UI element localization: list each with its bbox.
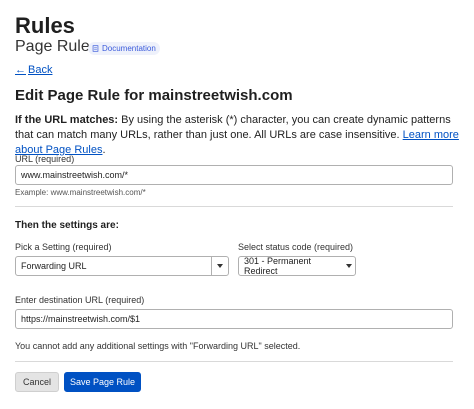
documentation-badge[interactable]: Documentation	[88, 42, 160, 55]
settings-heading: Then the settings are:	[15, 220, 119, 231]
settings-note: You cannot add any additional settings w…	[15, 341, 301, 351]
documentation-label: Documentation	[102, 44, 156, 53]
status-label: Select status code (required)	[238, 242, 354, 252]
intro-end: .	[102, 144, 106, 156]
chevron-down-icon[interactable]	[343, 264, 355, 268]
destination-value: https://mainstreetwish.com/$1	[21, 314, 141, 324]
back-link[interactable]: ← Back	[15, 64, 52, 76]
destination-input[interactable]: https://mainstreetwish.com/$1	[15, 309, 453, 329]
arrow-left-icon: ←	[15, 64, 26, 76]
page-title: Rules	[15, 13, 75, 38]
cancel-button[interactable]: Cancel	[15, 372, 59, 392]
intro-bold: If the URL matches:	[15, 114, 119, 126]
url-input[interactable]: www.mainstreetwish.com/*	[15, 165, 453, 185]
setting-select[interactable]: Forwarding URL	[15, 256, 229, 276]
status-value: 301 - Permanent Redirect	[244, 256, 312, 276]
intro-text: If the URL matches: By using the asteris…	[15, 113, 460, 158]
divider	[15, 361, 453, 362]
back-label: Back	[28, 64, 53, 76]
divider	[15, 206, 453, 207]
url-label: URL (required)	[15, 154, 75, 164]
status-select[interactable]: 301 - Permanent Redirect	[238, 256, 356, 276]
edit-heading: Edit Page Rule for mainstreetwish.com	[15, 87, 293, 104]
url-example: Example: www.mainstreetwish.com/*	[15, 188, 146, 197]
chevron-down-icon[interactable]	[211, 257, 228, 275]
setting-value: Forwarding URL	[21, 261, 87, 271]
destination-label: Enter destination URL (required)	[15, 295, 145, 305]
page-subtitle: Page Rules	[15, 38, 98, 55]
url-value: www.mainstreetwish.com/*	[21, 170, 129, 180]
setting-label: Pick a Setting (required)	[15, 242, 112, 252]
save-page-rule-button[interactable]: Save Page Rule	[64, 372, 141, 392]
document-icon	[92, 45, 99, 52]
